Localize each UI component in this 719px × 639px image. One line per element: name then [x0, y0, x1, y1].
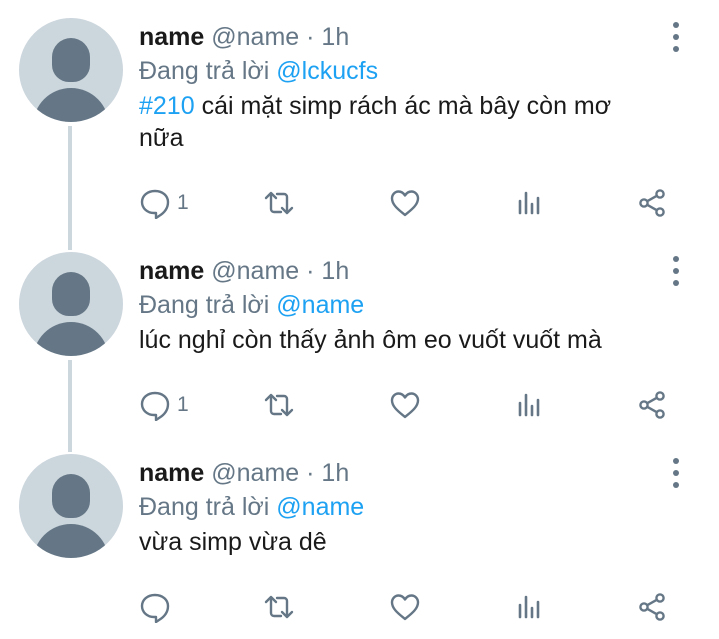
like-button[interactable]: [389, 590, 421, 624]
analytics-button[interactable]: [514, 590, 546, 624]
user-handle[interactable]: @name: [211, 459, 299, 487]
share-button[interactable]: [636, 590, 668, 624]
share-icon: [639, 593, 665, 621]
reply-prefix: Đang trả lời: [139, 493, 270, 521]
retweet-icon: [264, 595, 294, 619]
tweet[interactable]: name @name · 1h Đang trả lời @name vừa s…: [0, 0, 719, 639]
like-icon: [390, 594, 420, 621]
action-bar: [139, 590, 679, 624]
retweet-button[interactable]: [263, 590, 295, 624]
user-name[interactable]: name: [139, 459, 204, 487]
reply-mention[interactable]: @name: [276, 493, 364, 521]
timestamp[interactable]: 1h: [321, 459, 349, 487]
reply-button[interactable]: [139, 590, 171, 624]
tweet-text: vừa simp vừa dê: [139, 528, 327, 556]
analytics-icon: [518, 595, 540, 619]
more-options-icon[interactable]: [666, 458, 686, 488]
reply-icon: [140, 593, 170, 623]
separator: ·: [306, 459, 315, 487]
avatar[interactable]: [19, 454, 123, 558]
